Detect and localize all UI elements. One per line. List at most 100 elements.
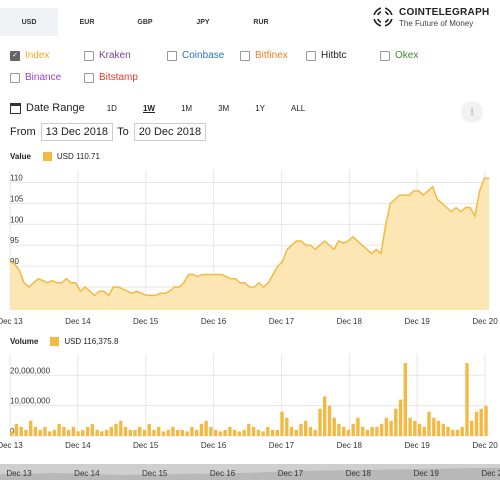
value-point <box>84 286 86 288</box>
source-okex[interactable]: Okex <box>380 50 418 61</box>
source-bitfinex[interactable]: Bitfinex <box>240 50 288 61</box>
source-label: Coinbase <box>182 50 225 61</box>
tab-jpy[interactable]: JPY <box>174 8 232 36</box>
value-point <box>263 286 265 288</box>
value-point <box>356 240 359 242</box>
tab-gbp[interactable]: GBP <box>116 8 174 36</box>
volume-bar <box>232 429 237 436</box>
source-binance[interactable]: Binance <box>10 72 61 83</box>
navigator-tick-label: Dec 14 <box>74 469 100 478</box>
volume-bar <box>166 429 170 436</box>
value-point <box>61 282 63 284</box>
navigator-tick-label: Dec 13 <box>6 469 32 478</box>
value-point <box>192 273 194 276</box>
source-kraken[interactable]: Kraken <box>84 50 131 61</box>
tab-usd[interactable]: USD <box>0 8 58 36</box>
value-point <box>305 244 307 246</box>
volume-bar <box>275 429 279 436</box>
volume-bar <box>351 423 355 436</box>
tab-rur[interactable]: RUR <box>232 8 290 36</box>
value-point <box>70 282 72 284</box>
value-point <box>197 276 199 278</box>
value-point <box>93 294 96 296</box>
volume-bar <box>43 426 47 436</box>
range-3m-button[interactable]: 3M <box>218 104 229 113</box>
value-point <box>9 261 11 263</box>
volume-bar <box>455 429 460 436</box>
volume-bar <box>422 426 426 436</box>
source-bitstamp[interactable]: Bitstamp <box>84 72 138 83</box>
volume-bar <box>294 429 298 436</box>
range-1m-button[interactable]: 1M <box>181 104 192 113</box>
download-icon[interactable]: ⭳ <box>461 101 483 123</box>
value-chart[interactable]: 80859095100105110Dec 13Dec 14Dec 15Dec 1… <box>0 162 500 337</box>
checkbox-icon[interactable] <box>240 50 250 61</box>
value-point <box>155 294 157 296</box>
value-y-tick-label: 95 <box>10 236 19 245</box>
source-label: Kraken <box>99 50 131 61</box>
value-point <box>446 207 448 209</box>
value-point <box>488 177 490 179</box>
volume-bar <box>389 420 393 436</box>
value-point <box>178 286 180 288</box>
volume-bar <box>256 429 260 436</box>
volume-chart[interactable]: 010,000,00020,000,000Dec 13Dec 14Dec 15D… <box>0 348 500 456</box>
volume-bar <box>403 363 407 436</box>
range-1w-button[interactable]: 1W <box>143 104 155 113</box>
value-point <box>187 273 190 276</box>
value-point <box>211 273 213 276</box>
navigator-tick-label: Dec 15 <box>142 469 168 478</box>
value-point <box>314 248 316 250</box>
value-point <box>408 194 410 196</box>
value-point <box>225 276 227 278</box>
value-point <box>18 269 20 271</box>
range-1d-button[interactable]: 1D <box>107 104 117 113</box>
volume-bar <box>95 429 99 436</box>
volume-bar <box>47 431 52 436</box>
value-point <box>28 286 30 288</box>
checkbox-icon[interactable] <box>380 50 390 61</box>
volume-bar <box>242 429 246 436</box>
value-point <box>23 282 25 284</box>
tab-eur[interactable]: EUR <box>58 8 116 36</box>
checkbox-icon[interactable] <box>84 50 94 61</box>
volume-bar <box>432 417 436 436</box>
checkbox-icon[interactable] <box>306 50 316 61</box>
source-index[interactable]: ✓ Index <box>10 50 49 61</box>
volume-bar <box>318 408 322 436</box>
value-point <box>333 248 335 250</box>
volume-bar <box>52 429 57 436</box>
calendar-icon <box>10 102 21 114</box>
value-point <box>14 263 16 265</box>
volume-bar <box>427 411 431 436</box>
range-navigator[interactable]: Dec 13 Dec 14 Dec 15 Dec 16 Dec 17 Dec 18 Dec … <box>0 458 500 486</box>
value-point <box>98 290 100 292</box>
to-date-input[interactable]: 20 Dec 2018 <box>133 123 207 141</box>
navigator-tick-label: Dec 18 <box>346 469 372 478</box>
source-label: Binance <box>25 72 62 83</box>
volume-bar <box>29 420 33 436</box>
value-point <box>47 282 49 284</box>
value-point <box>258 282 260 284</box>
volume-bar <box>71 426 76 436</box>
range-1y-button[interactable]: 1Y <box>255 104 265 113</box>
checkbox-icon[interactable] <box>10 72 20 83</box>
volume-bar <box>104 429 109 436</box>
value-point <box>75 282 77 284</box>
value-x-tick-label: Dec 17 <box>269 317 295 326</box>
source-coinbase[interactable]: Coinbase <box>167 50 224 61</box>
value-y-tick-label: 100 <box>10 215 24 224</box>
volume-bar <box>394 408 398 436</box>
checkbox-icon[interactable] <box>84 72 94 83</box>
volume-bar <box>14 423 19 436</box>
source-hitbtc[interactable]: Hitbtc <box>306 50 347 61</box>
checkbox-icon[interactable] <box>167 50 177 61</box>
value-point <box>342 242 344 244</box>
range-all-button[interactable]: ALL <box>291 104 305 113</box>
volume-bar <box>128 429 132 436</box>
checkbox-checked-icon[interactable]: ✓ <box>10 50 20 61</box>
volume-bar <box>470 420 474 436</box>
volume-bar <box>408 417 412 436</box>
value-point <box>389 202 391 204</box>
from-date-input[interactable]: 13 Dec 2018 <box>40 123 114 141</box>
